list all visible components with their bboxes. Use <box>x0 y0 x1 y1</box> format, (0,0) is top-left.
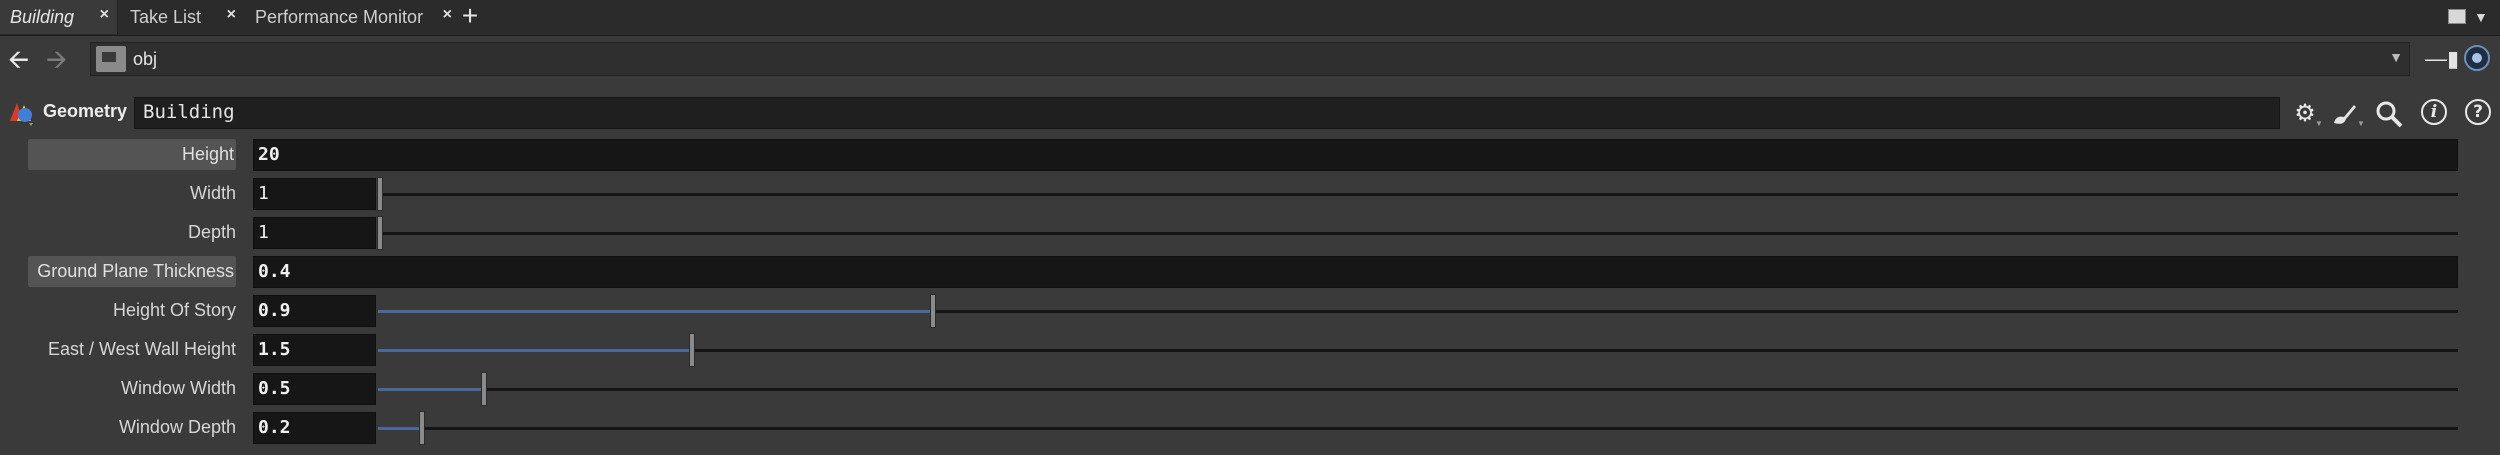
brush-menu-arrow-icon: ▼ <box>2357 119 2365 128</box>
network-path-field[interactable]: obj ▼ <box>90 42 2410 76</box>
param-label-window-depth: Window Depth <box>28 412 236 443</box>
param-label-text: Depth <box>187 222 236 242</box>
path-dropdown-icon[interactable]: ▼ <box>2389 49 2403 65</box>
info-icon[interactable]: i <box>2421 99 2447 125</box>
param-label-text: Ground Plane Thickness <box>37 261 234 281</box>
node-type-label: Geometry <box>43 101 128 121</box>
param-value-height[interactable]: 20 <box>253 139 2458 171</box>
node-name-input[interactable]: Building <box>134 97 2280 129</box>
geometry-node-icon[interactable] <box>7 99 35 127</box>
param-row-ground-plane-thickness: Ground Plane Thickness 0.4 <box>0 254 2500 290</box>
close-icon[interactable]: × <box>443 6 452 24</box>
back-arrow-icon[interactable]: 🡨 <box>8 46 29 72</box>
search-icon[interactable] <box>2374 99 2404 129</box>
param-row-height-of-story: Height Of Story 0.9 <box>0 293 2500 329</box>
slider-fill <box>378 427 420 430</box>
param-label-height[interactable]: Height <box>28 139 236 170</box>
param-label-depth: Depth <box>28 217 236 248</box>
slider-track-width[interactable] <box>377 177 2458 211</box>
node-header: Geometry Building ⚙ ▼ ▼ i ? <box>0 91 2500 133</box>
param-label-ground-plane-thickness[interactable]: Ground Plane Thickness <box>28 256 236 287</box>
slider-handle[interactable] <box>419 411 425 445</box>
slider-track-height-of-story[interactable] <box>378 294 2458 328</box>
param-label-text: Height <box>181 144 234 164</box>
maximize-pane-icon[interactable] <box>2448 9 2466 24</box>
path-text: obj <box>133 49 158 69</box>
param-label-window-width: Window Width <box>28 373 236 404</box>
param-label-text: Window Width <box>120 378 236 398</box>
tab-label: Take List <box>130 6 202 27</box>
forward-arrow-icon[interactable]: 🡪 <box>46 46 67 72</box>
slider-track-east-west-wall-height[interactable] <box>378 333 2458 367</box>
slider-track-depth[interactable] <box>377 216 2458 250</box>
path-bar: 🡨 🡪 obj ▼ —▮ <box>0 36 2500 82</box>
param-value-window-depth[interactable]: 0.2 <box>253 412 376 444</box>
param-value-width[interactable]: 1 <box>253 178 376 210</box>
gear-menu-arrow-icon: ▼ <box>2315 119 2323 128</box>
param-value-depth[interactable]: 1 <box>253 217 376 249</box>
slider-handle[interactable] <box>689 333 695 367</box>
param-row-width: Width 1 <box>0 176 2500 212</box>
param-value-window-width[interactable]: 0.5 <box>253 373 376 405</box>
param-row-window-depth: Window Depth 0.2 <box>0 410 2500 446</box>
tab-building[interactable]: Building × <box>0 0 118 34</box>
link-network-icon[interactable] <box>2464 45 2490 71</box>
param-label-text: Window Depth <box>118 417 236 437</box>
param-label-text: East / West Wall Height <box>47 339 236 359</box>
param-value-height-of-story[interactable]: 0.9 <box>253 295 376 327</box>
tab-take-list[interactable]: Take List × <box>120 0 244 34</box>
param-label-height-of-story: Height Of Story <box>28 295 236 326</box>
slider-handle[interactable] <box>377 177 383 211</box>
tab-label: Building <box>10 6 75 27</box>
param-value-east-west-wall-height[interactable]: 1.5 <box>253 334 376 366</box>
slider-fill <box>378 310 931 313</box>
param-label-text: Width <box>189 183 236 203</box>
slider-fill <box>378 388 482 391</box>
param-label-east-west-wall-height: East / West Wall Height <box>28 334 236 365</box>
tab-performance-monitor[interactable]: Performance Monitor × <box>245 0 452 34</box>
param-row-depth: Depth 1 <box>0 215 2500 251</box>
param-row-window-width: Window Width 0.5 <box>0 371 2500 407</box>
param-value-ground-plane-thickness[interactable]: 0.4 <box>253 256 2458 288</box>
param-label-width: Width <box>28 178 236 209</box>
pane-menu-arrow-icon[interactable]: ▼ <box>2474 9 2488 25</box>
slider-fill <box>378 349 690 352</box>
network-obj-icon <box>96 46 126 72</box>
slider-track-window-depth[interactable] <box>378 411 2458 445</box>
slider-handle[interactable] <box>481 372 487 406</box>
param-label-text: Height Of Story <box>112 300 236 320</box>
add-tab-icon[interactable]: + <box>455 0 485 34</box>
close-icon[interactable]: × <box>100 6 109 24</box>
param-row-east-west-wall-height: East / West Wall Height 1.5 <box>0 332 2500 368</box>
pin-icon[interactable]: —▮ <box>2425 46 2459 72</box>
slider-handle[interactable] <box>930 294 936 328</box>
slider-track-window-width[interactable] <box>378 372 2458 406</box>
pane-tab-bar: Building × Take List × Performance Monit… <box>0 0 2500 36</box>
paint-brush-icon[interactable] <box>2330 99 2360 129</box>
help-icon[interactable]: ? <box>2465 99 2491 125</box>
slider-handle[interactable] <box>377 216 383 250</box>
tab-label: Performance Monitor <box>255 6 424 27</box>
close-icon[interactable]: × <box>227 6 236 24</box>
param-row-height: Height 20 <box>0 137 2500 173</box>
